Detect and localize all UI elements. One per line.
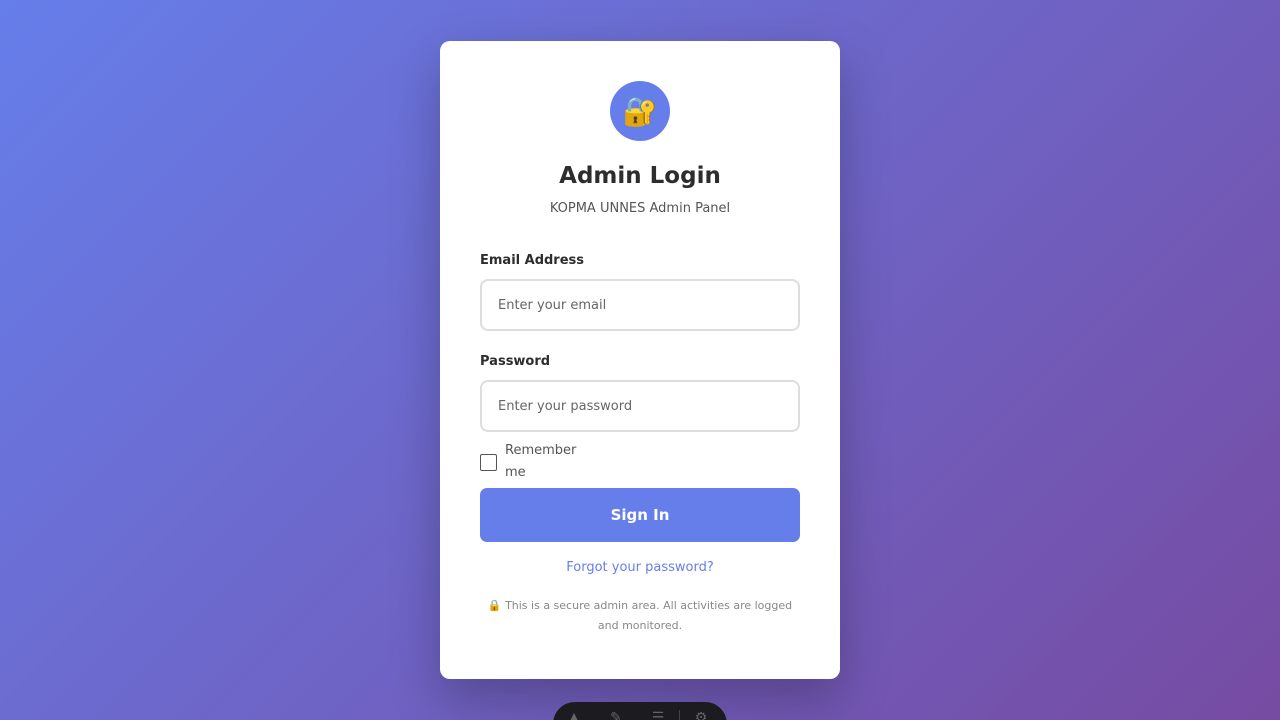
password-input[interactable] [480, 380, 800, 432]
lock-icon: 🔒 [487, 599, 502, 612]
password-label: Password [480, 354, 551, 369]
remember-me-checkbox[interactable] [480, 453, 497, 471]
remember-me[interactable]: Remember me [480, 440, 800, 484]
toolbar-icon-b[interactable]: ✎ [595, 710, 637, 720]
email-label: Email Address [480, 253, 585, 268]
remember-me-label[interactable]: Remember me [505, 440, 576, 484]
page-title: Admin Login [559, 163, 721, 189]
email-input[interactable] [480, 279, 800, 331]
security-note: 🔒 This is a secure admin area. All activ… [480, 596, 800, 636]
toolbar-menu-icon[interactable]: ☰ [637, 710, 679, 720]
sign-in-button[interactable]: Sign In [480, 488, 800, 542]
floating-toolbar: ▲ ✎ ☰ ⚙ [553, 702, 727, 720]
login-card: 🔐 Admin Login KOPMA UNNES Admin Panel Em… [440, 41, 840, 679]
security-note-text: This is a secure admin area. All activit… [505, 599, 793, 632]
gear-icon[interactable]: ⚙ [680, 710, 722, 720]
page-subtitle: KOPMA UNNES Admin Panel [549, 201, 731, 216]
toolbar-icon-a[interactable]: ▲ [553, 710, 595, 720]
lock-with-key-icon: 🔐 [610, 81, 670, 141]
forgot-password-link[interactable]: Forgot your password? [480, 560, 800, 575]
